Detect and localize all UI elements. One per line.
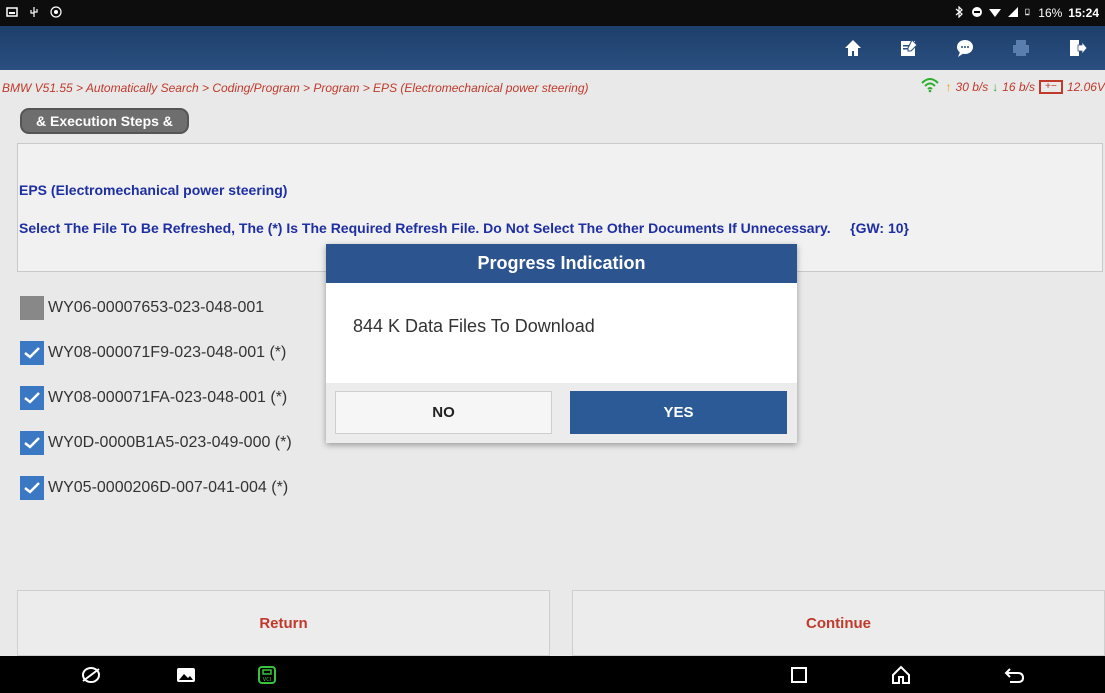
chat-icon [957, 40, 973, 57]
gw-code: {GW: 10} [850, 220, 909, 236]
file-name: WY05-0000206D-007-041-004 (*) [48, 478, 289, 496]
list-item[interactable]: WY05-0000206D-007-041-004 (*) [20, 465, 620, 510]
wifi-icon [918, 77, 942, 97]
vci-icon[interactable]: VCI [256, 665, 278, 685]
bug-icon [50, 5, 62, 21]
checkmark-icon [24, 346, 40, 359]
instruction: Select The File To Be Refreshed, The (*)… [19, 220, 831, 236]
android-nav-bar: VCI [0, 656, 1105, 693]
exit-button[interactable] [1049, 26, 1105, 70]
wifi-status-icon [989, 6, 1002, 21]
battery-status-icon [1025, 6, 1032, 21]
signal-icon [1007, 6, 1019, 21]
checkmark-icon [24, 391, 40, 404]
home-nav-icon[interactable] [890, 665, 912, 685]
gallery-icon[interactable] [175, 665, 197, 685]
instruction-text: Select The File To Be Refreshed, The (*)… [19, 220, 909, 236]
no-button[interactable]: NO [335, 391, 552, 434]
bottom-action-bar: Return Continue [17, 590, 1105, 656]
dnd-icon [971, 6, 983, 21]
back-icon[interactable] [1004, 665, 1026, 685]
browser-icon[interactable] [80, 665, 102, 685]
top-toolbar [0, 26, 1105, 70]
home-button[interactable] [825, 26, 881, 70]
print-button[interactable] [993, 26, 1049, 70]
bluetooth-icon [953, 5, 965, 21]
upload-arrow-icon: ↑ [945, 80, 952, 94]
dialog-title: Progress Indication [326, 244, 797, 283]
svg-text:VCI: VCI [263, 677, 271, 683]
checkbox-checked[interactable] [20, 385, 44, 410]
checkbox-checked[interactable] [20, 430, 44, 455]
clock: 15:24 [1068, 6, 1099, 20]
chat-button[interactable] [937, 26, 993, 70]
notification-icon [6, 6, 18, 21]
exit-icon [1070, 40, 1088, 56]
dialog-message: 844 K Data Files To Download [353, 316, 595, 336]
download-arrow-icon: ↓ [992, 80, 999, 94]
car-battery-icon: +− [1038, 80, 1063, 94]
checkbox-checked[interactable] [20, 340, 44, 365]
file-name: WY06-00007653-023-048-001 [48, 298, 265, 316]
print-icon [1013, 40, 1029, 56]
breadcrumb: BMW V51.55 > Automatically Search > Codi… [2, 81, 589, 95]
checkbox-checked[interactable] [20, 475, 44, 500]
network-status: ↑ 30 b/s ↓ 16 b/s +− 12.06V [918, 77, 1105, 97]
return-button[interactable]: Return [17, 590, 550, 656]
module-title: EPS (Electromechanical power steering) [19, 182, 288, 198]
voltage: 12.06V [1066, 80, 1105, 94]
android-status-bar: 16% 15:24 [0, 0, 1105, 26]
upload-speed: 30 b/s [955, 80, 989, 94]
checkbox-unchecked[interactable] [20, 295, 44, 320]
execution-steps-tab[interactable]: & Execution Steps & [20, 108, 189, 134]
progress-dialog: Progress Indication 844 K Data Files To … [326, 244, 797, 443]
file-name: WY08-000071F9-023-048-001 (*) [48, 343, 287, 361]
dialog-footer: NO YES [326, 383, 797, 443]
edit-button[interactable] [881, 26, 937, 70]
usb-icon [28, 6, 40, 21]
home-icon [845, 40, 861, 56]
edit-icon [901, 39, 918, 56]
continue-button[interactable]: Continue [572, 590, 1105, 656]
checkmark-icon [24, 436, 40, 449]
battery-percent: 16% [1038, 6, 1063, 20]
recent-apps-icon[interactable] [788, 665, 810, 685]
file-name: WY08-000071FA-023-048-001 (*) [48, 388, 288, 406]
checkmark-icon [24, 481, 40, 494]
file-name: WY0D-0000B1A5-023-049-000 (*) [48, 433, 292, 451]
download-speed: 16 b/s [1002, 80, 1035, 94]
breadcrumb-row: BMW V51.55 > Automatically Search > Codi… [0, 77, 1105, 99]
yes-button[interactable]: YES [570, 391, 787, 434]
